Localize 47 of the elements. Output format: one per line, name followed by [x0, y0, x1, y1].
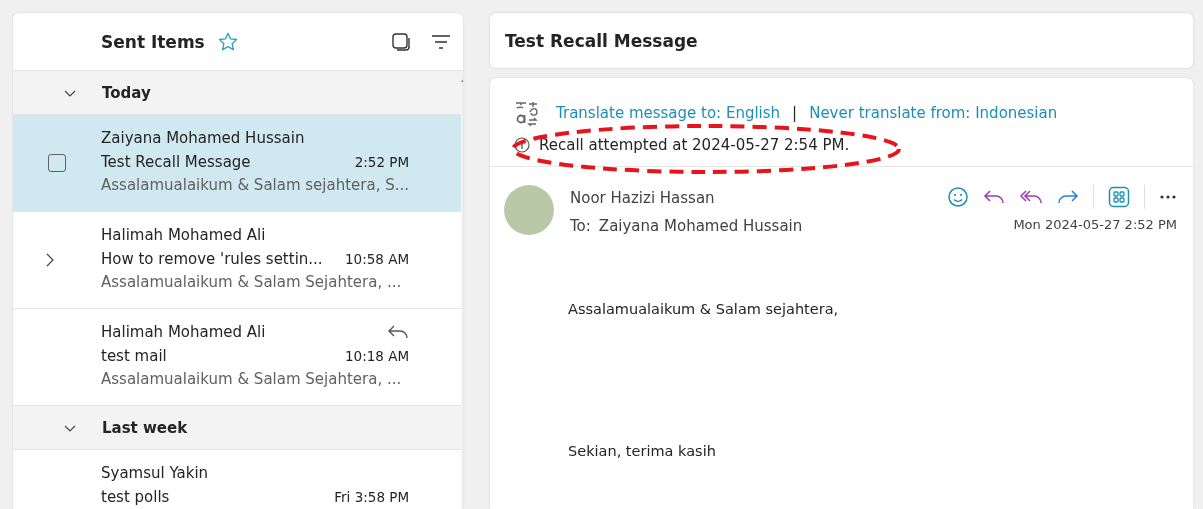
- message-subject: Test Recall Message: [101, 152, 251, 171]
- message-preview: Assalamualaikum & Salam Sejahtera, ...: [101, 370, 403, 388]
- never-translate-link[interactable]: Never translate from: Indonesian: [809, 104, 1058, 122]
- message-preview: Assalamualaikum & Salam sejahtera, S...: [101, 176, 410, 194]
- recall-notice: Recall attempted at 2024-05-27 2:54 PM.: [539, 136, 850, 154]
- folder-title: Sent Items: [101, 31, 205, 52]
- message-subject: test mail: [101, 346, 167, 365]
- select-icon[interactable]: [391, 31, 411, 52]
- translate-link[interactable]: Translate message to: English: [556, 104, 781, 122]
- to-label: To:: [570, 217, 591, 235]
- sender-avatar: [504, 185, 554, 235]
- sender-name: Syamsul Yakin: [101, 463, 209, 482]
- reply-all-icon[interactable]: [1019, 188, 1043, 206]
- filter-icon[interactable]: [431, 33, 451, 50]
- sender-name: Zaiyana Mohamed Hussain: [101, 128, 305, 147]
- message-item[interactable]: Halimah Mohamed Ali test mail 10:18 AM Assalamualaikum & Salam Sejahtera, ...: [13, 309, 462, 406]
- message-time: 2:52 PM: [354, 153, 410, 170]
- recipient-name: Zaiyana Mohamed Hussain: [598, 217, 803, 235]
- message-time: Fri 3:58 PM: [334, 488, 410, 505]
- sender-name: Halimah Mohamed Ali: [101, 225, 266, 244]
- message-time: 10:18 AM: [344, 347, 410, 364]
- message-subject: How to remove 'rules settin...: [101, 249, 323, 268]
- expand-chevron[interactable]: [45, 253, 55, 267]
- info-icon: [514, 137, 530, 153]
- message-item[interactable]: Syamsul Yakin test polls Fri 3:58 PM: [13, 450, 462, 509]
- message-subject: test polls: [101, 487, 170, 506]
- select-checkbox[interactable]: [48, 154, 66, 172]
- message-item[interactable]: Zaiyana Mohamed Hussain Test Recall Message 2:52 PM Assalamualaikum & Salam sejahtera, S...: [13, 115, 462, 212]
- message-item[interactable]: Halimah Mohamed Ali How to remove 'rules settin... 10:58 AM Assalamualaikum & Salam Sejahtera, ...: [13, 212, 462, 309]
- forward-icon[interactable]: [1057, 188, 1079, 206]
- message-time: 10:58 AM: [344, 250, 410, 267]
- body-paragraph: Sekian, terima kasih: [568, 443, 717, 459]
- reply-icon[interactable]: [983, 188, 1005, 206]
- group-header: Today: [102, 83, 151, 102]
- sender-name: Halimah Mohamed Ali: [101, 322, 266, 341]
- apps-icon[interactable]: [1108, 186, 1130, 208]
- translate-icon: [514, 100, 540, 126]
- group-header: Last week: [102, 418, 188, 437]
- message-subject: Test Recall Message: [490, 13, 1193, 68]
- body-paragraph: Assalamualaikum & Salam sejahtera,: [568, 301, 840, 317]
- link-separator: |: [792, 104, 798, 122]
- star-icon[interactable]: [216, 30, 239, 53]
- more-icon[interactable]: [1159, 194, 1177, 200]
- emoji-icon[interactable]: [947, 186, 969, 208]
- message-preview: Assalamualaikum & Salam Sejahtera, ...: [101, 273, 403, 291]
- message-date: Mon 2024-05-27 2:52 PM: [1013, 217, 1177, 232]
- sender-name: Noor Hazizi Hassan: [570, 189, 716, 207]
